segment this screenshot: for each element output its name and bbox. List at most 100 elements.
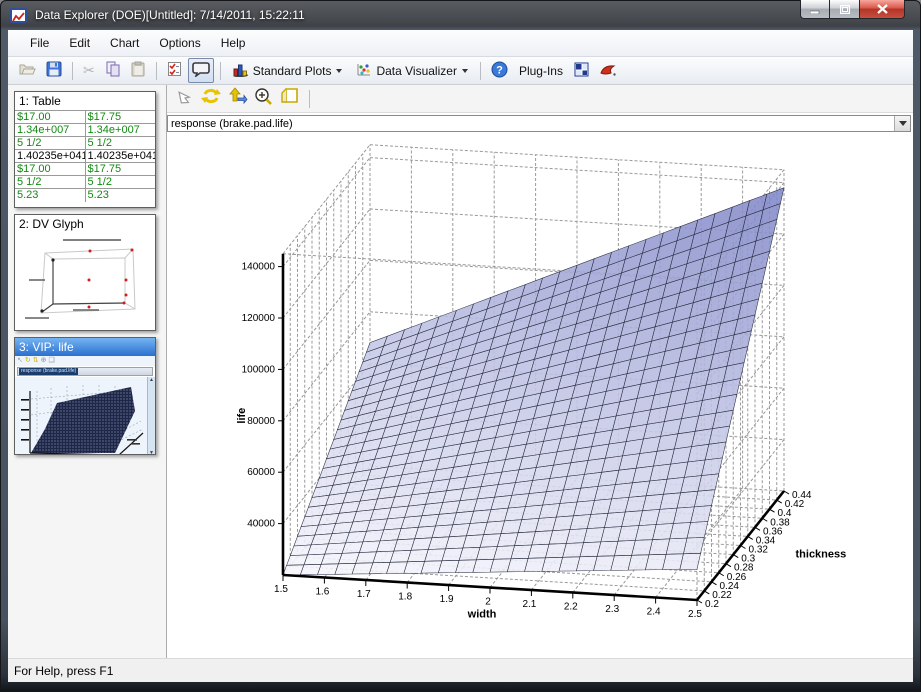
select-arrow-icon bbox=[176, 87, 194, 110]
svg-text:1.8: 1.8 bbox=[398, 592, 412, 603]
panel-vip-life-title: 3: VIP: life bbox=[15, 338, 155, 356]
plot-toolbar bbox=[167, 85, 913, 113]
svg-text:0.44: 0.44 bbox=[792, 490, 812, 501]
svg-text:2.2: 2.2 bbox=[564, 602, 578, 613]
dv-glyph-thumbnail bbox=[15, 233, 155, 331]
flip-page-icon bbox=[280, 87, 300, 110]
table-row[interactable]: $17.00$17.75 bbox=[15, 111, 155, 124]
svg-text:2.4: 2.4 bbox=[647, 607, 661, 618]
table-row[interactable]: 1.34e+0071.34e+007 bbox=[15, 124, 155, 137]
maximize-button[interactable] bbox=[830, 0, 860, 19]
menu-bar: File Edit Chart Options Help bbox=[8, 30, 913, 57]
rotate-icon bbox=[200, 87, 222, 110]
mini-arrow-icon: ↖ bbox=[17, 357, 23, 365]
svg-text:40000: 40000 bbox=[247, 519, 275, 530]
chevron-down-icon bbox=[336, 69, 342, 73]
annotation-button[interactable] bbox=[188, 58, 214, 83]
table-cell: 5 1/2 bbox=[85, 137, 155, 150]
flag-icon bbox=[599, 62, 617, 80]
table-cell: $17.75 bbox=[85, 111, 155, 124]
cut-icon: ✂ bbox=[83, 62, 95, 79]
content-area: 1: Table $17.00$17.751.34e+0071.34e+0075… bbox=[8, 85, 913, 658]
table-cell: $17.00 bbox=[15, 163, 85, 176]
svg-text:1.9: 1.9 bbox=[440, 594, 454, 605]
copy-button[interactable] bbox=[101, 58, 125, 83]
response-combobox-value: response (brake.pad.life) bbox=[171, 118, 293, 130]
table-row[interactable]: 5 1/25 1/2 bbox=[15, 137, 155, 150]
svg-text:2.3: 2.3 bbox=[605, 604, 619, 615]
minimize-button[interactable] bbox=[800, 0, 830, 19]
mini-zoom-icon: ⊕ bbox=[41, 357, 47, 365]
menu-help[interactable]: Help bbox=[211, 32, 256, 54]
response-combobox[interactable]: response (brake.pad.life) bbox=[167, 115, 911, 132]
combo-dropdown-arrow[interactable] bbox=[894, 116, 910, 131]
panel-dv-glyph[interactable]: 2: DV Glyph bbox=[14, 214, 156, 331]
table-row[interactable]: $17.00$17.75 bbox=[15, 163, 155, 176]
svg-text:1.5: 1.5 bbox=[274, 584, 288, 595]
standard-plots-button[interactable]: Standard Plots bbox=[227, 59, 349, 83]
table-cell: $17.00 bbox=[15, 111, 85, 124]
table-cell: 1.40235e+041 bbox=[85, 150, 155, 163]
select-button[interactable] bbox=[176, 87, 194, 110]
checklist-button[interactable] bbox=[163, 58, 186, 83]
move-axes-icon bbox=[228, 87, 248, 110]
close-button[interactable] bbox=[860, 0, 905, 19]
menu-edit[interactable]: Edit bbox=[59, 32, 100, 54]
cut-button[interactable]: ✂ bbox=[79, 59, 99, 82]
save-icon bbox=[46, 61, 62, 80]
rotate-button[interactable] bbox=[200, 87, 222, 110]
table-cell: 1.34e+007 bbox=[85, 124, 155, 137]
plugin-grid-button[interactable] bbox=[570, 59, 593, 83]
table-cell: 1.40235e+041 bbox=[15, 150, 85, 163]
open-button[interactable] bbox=[15, 58, 40, 83]
panel-table[interactable]: 1: Table $17.00$17.751.34e+0071.34e+0075… bbox=[14, 91, 156, 208]
flag-button[interactable] bbox=[595, 59, 621, 83]
help-button[interactable]: ? bbox=[487, 58, 512, 84]
menu-file[interactable]: File bbox=[20, 32, 59, 54]
table-cell: 5 1/2 bbox=[15, 137, 85, 150]
copy-icon bbox=[105, 61, 121, 80]
svg-text:2: 2 bbox=[485, 597, 491, 608]
app-icon bbox=[10, 8, 27, 23]
data-visualizer-button[interactable]: Data Visualizer bbox=[350, 59, 473, 83]
table-row[interactable]: 5.235.23 bbox=[15, 189, 155, 202]
flip-page-button[interactable] bbox=[280, 87, 300, 110]
menu-options[interactable]: Options bbox=[149, 32, 210, 54]
open-icon bbox=[19, 61, 36, 80]
zoom-in-icon bbox=[254, 87, 274, 111]
help-icon: ? bbox=[491, 61, 508, 81]
panel-table-title: 1: Table bbox=[15, 92, 155, 110]
svg-text:120000: 120000 bbox=[242, 313, 276, 324]
zoom-button[interactable] bbox=[254, 87, 274, 111]
table-cell: 5 1/2 bbox=[15, 176, 85, 189]
svg-text:2.5: 2.5 bbox=[688, 609, 702, 620]
title-bar[interactable]: Data Explorer (DOE)[Untitled]: 7/14/2011… bbox=[0, 0, 921, 30]
move-axes-button[interactable] bbox=[228, 87, 248, 110]
table-row[interactable]: 5 1/25 1/2 bbox=[15, 176, 155, 189]
table-cell: 5.23 bbox=[15, 189, 85, 202]
table-row[interactable]: 1.40235e+0411.40235e+041 bbox=[15, 150, 155, 163]
svg-text:60000: 60000 bbox=[247, 467, 275, 478]
grid-icon bbox=[574, 62, 589, 80]
surface-chart[interactable]: 4000060000800001000001200001400001.51.61… bbox=[167, 135, 911, 656]
checklist-icon bbox=[167, 61, 182, 80]
plugins-label: Plug-Ins bbox=[519, 64, 563, 78]
svg-text:1.7: 1.7 bbox=[357, 589, 371, 600]
svg-text:life: life bbox=[236, 408, 248, 424]
save-button[interactable] bbox=[42, 58, 66, 83]
status-text: For Help, press F1 bbox=[14, 664, 113, 678]
status-bar: For Help, press F1 bbox=[8, 658, 913, 682]
svg-text:100000: 100000 bbox=[242, 364, 276, 375]
vip-thumb-combo-text: response (brake.pad.life) bbox=[19, 368, 78, 375]
scatter-icon bbox=[356, 62, 372, 80]
plot-window: response (brake.pad.life) 40000 60000 8000… bbox=[167, 85, 913, 658]
svg-text:80000: 80000 bbox=[247, 416, 275, 427]
bar-chart-icon bbox=[233, 62, 249, 80]
menu-chart[interactable]: Chart bbox=[100, 32, 149, 54]
table-cell: 1.34e+007 bbox=[15, 124, 85, 137]
svg-text:140000: 140000 bbox=[242, 262, 276, 273]
panel-vip-life[interactable]: 3: VIP: life ↖ ↻ ⇅ ⊕ ❑ response (brake.p… bbox=[14, 337, 156, 455]
paste-button[interactable] bbox=[127, 58, 150, 83]
table-cell: 5.23 bbox=[85, 189, 155, 202]
panel-dv-glyph-title: 2: DV Glyph bbox=[15, 215, 155, 233]
